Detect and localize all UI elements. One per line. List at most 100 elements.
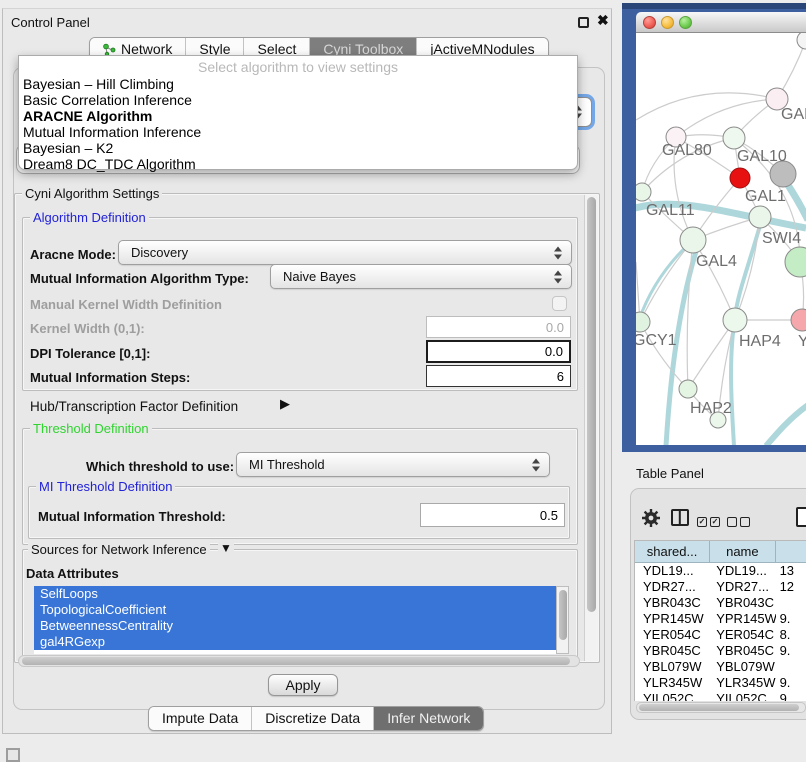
cell: YPR145W	[635, 611, 710, 627]
minimized-panel-icon[interactable]	[6, 748, 20, 762]
cell: 12	[776, 579, 806, 595]
dropdown-item[interactable]: Bayesian – Hill Climbing	[23, 76, 563, 92]
expander-down-icon[interactable]: ▼	[218, 541, 234, 555]
table-row[interactable]: YBR045CYBR045C9.	[635, 643, 806, 659]
scrollbar-thumb[interactable]	[22, 657, 570, 665]
network-tab-icon	[103, 43, 116, 56]
cell: 8.	[776, 627, 806, 643]
network-edge	[766, 405, 806, 445]
network-node[interactable]	[797, 33, 806, 49]
kernel-width-field[interactable]: 0.0	[426, 316, 571, 338]
cell: YLR345W	[635, 675, 710, 691]
scrollbar-thumb[interactable]	[639, 704, 799, 711]
column-header-name[interactable]: name	[710, 541, 775, 563]
dropdown-item[interactable]: Basic Correlation Inference	[23, 92, 563, 108]
list-item[interactable]: TopologicalCoefficient	[34, 602, 556, 618]
network-window-titlebar[interactable]	[636, 12, 806, 33]
network-canvas[interactable]: GAL GAL80 GAL10 GAL1 GAL11 SWI4 GAL4 GCY…	[636, 33, 806, 445]
cell: YBR045C	[635, 643, 710, 659]
mi-type-label: Mutual Information Algorithm Type:	[30, 271, 249, 286]
network-node[interactable]	[636, 183, 651, 201]
table-row[interactable]: YDR27...YDR27...12	[635, 579, 806, 595]
settings-scrollbar[interactable]	[584, 195, 598, 661]
threshold-definition-title: Threshold Definition	[30, 422, 152, 435]
gear-icon[interactable]	[641, 508, 661, 533]
network-node[interactable]	[791, 309, 806, 331]
scrollbar-thumb[interactable]	[587, 197, 596, 612]
column-header-partial[interactable]	[776, 541, 806, 563]
screen: Control Panel ✖ Network Style Select	[0, 0, 806, 762]
network-node-hap4[interactable]	[723, 308, 747, 332]
mi-steps-label: Mutual Information Steps:	[30, 370, 190, 385]
kernel-width-label: Kernel Width (0,1):	[30, 321, 145, 336]
list-item[interactable]: SelfLoops	[34, 586, 556, 602]
table-row[interactable]: YBL079WYBL079W	[635, 659, 806, 675]
manual-kernel-checkbox[interactable]	[552, 296, 567, 311]
mi-steps-field[interactable]: 6	[426, 365, 571, 387]
network-node-swi4[interactable]	[749, 206, 771, 228]
list-item[interactable]: BetweennessCentrality	[34, 618, 556, 634]
deselect-all-checkboxes-icon[interactable]	[727, 513, 753, 531]
list-item[interactable]: gal4RGexp	[34, 634, 556, 650]
combo-value: MI Threshold	[249, 457, 325, 472]
network-node-gal4[interactable]	[680, 227, 706, 253]
minimize-traffic-light[interactable]	[661, 16, 674, 29]
node-label: GAL10	[737, 148, 787, 165]
column-header-shared-name[interactable]: shared...	[635, 541, 710, 563]
zoom-traffic-light[interactable]	[679, 16, 692, 29]
aracne-mode-label: Aracne Mode:	[30, 247, 116, 262]
network-node[interactable]	[785, 247, 806, 277]
network-graph: GAL GAL80 GAL10 GAL1 GAL11 SWI4 GAL4 GCY…	[636, 33, 806, 445]
tab-impute-data[interactable]: Impute Data	[149, 707, 252, 730]
cell: 9.	[776, 675, 806, 691]
table-mode-icon[interactable]	[796, 507, 806, 527]
dropdown-item[interactable]: Bayesian – K2	[23, 140, 563, 156]
list-scrollbar[interactable]	[556, 586, 569, 654]
scrollbar-thumb[interactable]	[559, 590, 567, 640]
network-node[interactable]	[723, 127, 745, 149]
table-row[interactable]: YIL052CYIL052C9.	[635, 691, 806, 701]
node-label: GCY1	[636, 332, 677, 349]
table-row[interactable]: YBR043CYBR043C	[635, 595, 806, 611]
cell: YBL079W	[710, 659, 775, 675]
dpi-tolerance-field[interactable]: 0.0	[426, 340, 571, 363]
cell: YBR045C	[710, 643, 775, 659]
mi-threshold-label: Mutual Information Threshold:	[38, 509, 226, 524]
apply-button[interactable]: Apply	[268, 674, 338, 696]
combo-value: Discovery	[131, 245, 188, 260]
node-label: GAL1	[745, 188, 786, 205]
table-row[interactable]: YLR345WYLR345W9.	[635, 675, 806, 691]
column-layout-icon[interactable]	[671, 509, 689, 526]
settings-group-title: Cyni Algorithm Settings	[22, 187, 162, 200]
mi-type-combo[interactable]: Naive Bayes	[270, 264, 572, 289]
network-node-labels: GAL GAL80 GAL10 GAL1 GAL11 SWI4 GAL4 GCY…	[636, 106, 806, 417]
expander-right-icon[interactable]: ▶	[280, 396, 290, 412]
settings-hscrollbar[interactable]	[18, 655, 580, 667]
combo-value: Naive Bayes	[283, 269, 356, 284]
aracne-mode-combo[interactable]: Discovery	[118, 240, 572, 265]
network-node-hap2[interactable]	[679, 380, 697, 398]
hub-definition-label: Hub/Transcription Factor Definition	[30, 399, 238, 414]
table-row[interactable]: YER054CYER054C8.	[635, 627, 806, 643]
cell: YER054C	[635, 627, 710, 643]
cell: 9.	[776, 691, 806, 701]
network-node-gal1[interactable]	[730, 168, 750, 188]
bottom-tabbar: Impute Data Discretize Data Infer Networ…	[148, 706, 484, 731]
mi-threshold-field[interactable]: 0.5	[420, 503, 565, 527]
close-icon[interactable]: ✖	[597, 12, 609, 29]
network-node-gcy1[interactable]	[636, 312, 650, 332]
tab-discretize-data[interactable]: Discretize Data	[252, 707, 374, 730]
select-all-checkboxes-icon[interactable]: ✓✓	[697, 513, 723, 531]
tab-infer-network[interactable]: Infer Network	[374, 707, 483, 730]
dropdown-item[interactable]: Dream8 DC_TDC Algorithm	[23, 156, 563, 172]
table-row[interactable]: YDL19...YDL19...13	[635, 563, 806, 579]
dropdown-item-aracne[interactable]: ARACNE Algorithm	[23, 108, 563, 124]
which-threshold-combo[interactable]: MI Threshold	[236, 452, 550, 477]
dropdown-item[interactable]: Mutual Information Inference	[23, 124, 563, 140]
float-panel-icon[interactable]	[578, 17, 589, 28]
node-label: Y	[798, 333, 806, 350]
network-window-frame: GAL GAL80 GAL10 GAL1 GAL11 SWI4 GAL4 GCY…	[622, 3, 806, 452]
table-hscrollbar[interactable]	[636, 702, 806, 713]
table-row[interactable]: YPR145WYPR145W9.	[635, 611, 806, 627]
close-traffic-light[interactable]	[643, 16, 656, 29]
